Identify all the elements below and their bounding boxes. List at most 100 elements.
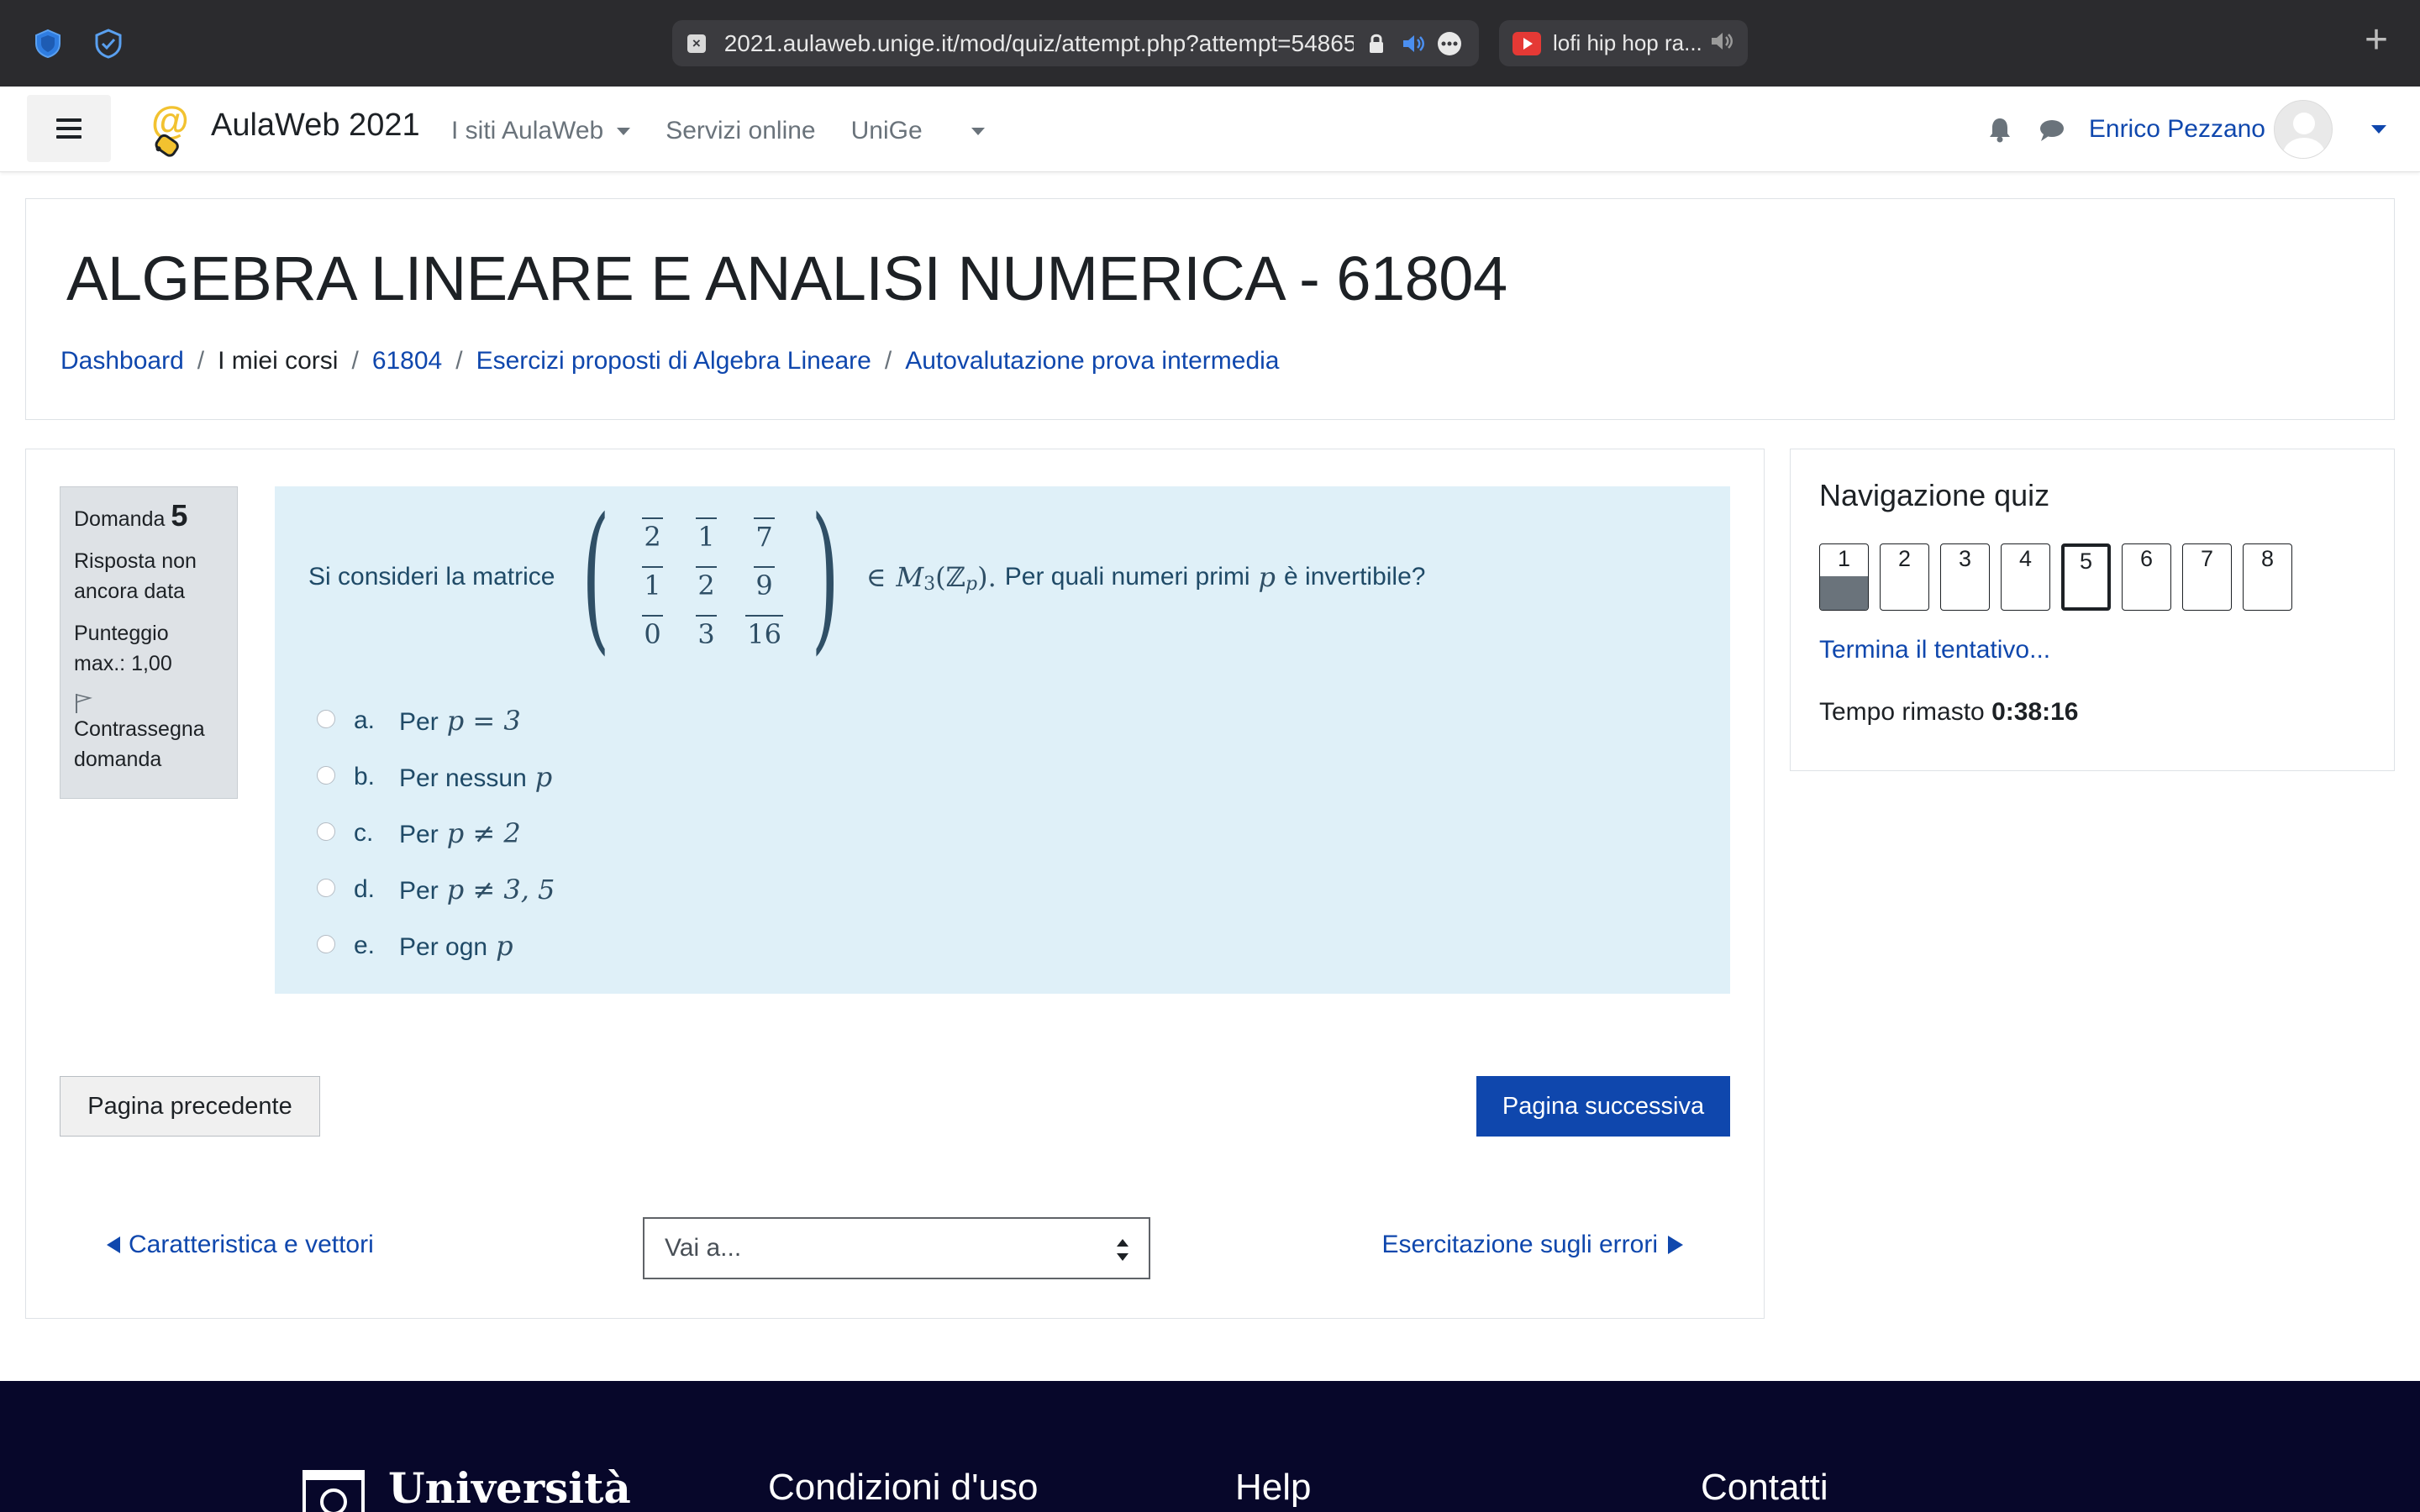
- quiz-nav-question-7[interactable]: 7: [2182, 543, 2232, 611]
- speaker-icon[interactable]: [1399, 29, 1428, 58]
- question-content: Si consideri la matrice ( 2 1 7 1 2 9 0 3 16 ) ∈…: [275, 486, 1730, 994]
- page-title: ALGEBRA LINEARE E ANALISI NUMERICA - 618…: [66, 244, 1507, 313]
- option-letter: d.: [354, 874, 376, 903]
- footer-link-contacts[interactable]: Contatti: [1701, 1467, 1828, 1509]
- breadcrumb-quiz[interactable]: Autovalutazione prova intermedia: [905, 347, 1279, 375]
- page-header: ALGEBRA LINEARE E ANALISI NUMERICA - 618…: [25, 198, 2395, 420]
- quiz-nav-question-8[interactable]: 8: [2243, 543, 2292, 611]
- more-options-icon[interactable]: [1435, 29, 1464, 58]
- matrix-cell: 3: [696, 615, 717, 650]
- flag-question-link[interactable]: Contrassegna domanda: [74, 714, 224, 774]
- breadcrumb-dashboard[interactable]: Dashboard: [60, 347, 184, 375]
- finish-attempt-link[interactable]: Termina il tentativo...: [1819, 636, 2050, 664]
- breadcrumb-section[interactable]: Esercizi proposti di Algebra Lineare: [476, 347, 871, 375]
- aulaweb-logo-icon[interactable]: @: [150, 98, 197, 160]
- user-area: Enrico Pezzano: [1985, 100, 2386, 159]
- quiz-navigation-title: Navigazione quiz: [1819, 478, 2050, 512]
- menu-label: I siti AulaWeb: [451, 117, 604, 144]
- site-name[interactable]: AulaWeb 2021: [211, 108, 420, 144]
- answer-option-b[interactable]: b. Per nessun p: [317, 748, 555, 805]
- new-tab-button[interactable]: +: [2358, 20, 2395, 60]
- matrix-cell: 2: [696, 566, 717, 601]
- jump-to-activity-select[interactable]: Vai a...: [643, 1217, 1150, 1279]
- menu-label: Servizi online: [666, 117, 816, 144]
- question-text-end: è invertibile?: [1284, 563, 1426, 591]
- footer-link-help[interactable]: Help: [1235, 1467, 1312, 1509]
- tab-audio-icon[interactable]: [1709, 30, 1734, 56]
- matrix-grid: 2 1 7 1 2 9 0 3 16: [628, 504, 794, 650]
- answer-option-e[interactable]: e. Per ogn p: [317, 917, 555, 974]
- previous-activity-link[interactable]: Caratteristica e vettori: [107, 1231, 374, 1259]
- lock-icon: [1362, 29, 1391, 58]
- browser-toolbar: × 2021.aulaweb.unige.it/mod/quiz/attempt…: [0, 0, 2420, 87]
- matrix-cell: 9: [754, 566, 775, 601]
- option-math: p: [534, 760, 553, 793]
- breadcrumb-separator: /: [455, 347, 463, 375]
- drawer-toggle-button[interactable]: [27, 95, 111, 162]
- url-text[interactable]: 2021.aulaweb.unige.it/mod/quiz/attempt.p…: [724, 30, 1355, 57]
- flag-icon[interactable]: [74, 692, 92, 714]
- avatar[interactable]: [2274, 100, 2333, 159]
- menu-siti-aulaweb[interactable]: I siti AulaWeb: [451, 117, 631, 145]
- option-text: Per: [399, 707, 439, 736]
- quiz-nav-question-2[interactable]: 2: [1880, 543, 1929, 611]
- radio-button[interactable]: [317, 822, 335, 841]
- next-page-button[interactable]: Pagina successiva: [1476, 1076, 1730, 1137]
- matrix: ( 2 1 7 1 2 9 0 3 16 ): [565, 484, 855, 670]
- option-text: Per nessun: [399, 764, 527, 792]
- messages-icon[interactable]: [2037, 114, 2067, 144]
- quiz-navigation-block: Navigazione quiz 12345678 Termina il ten…: [1790, 449, 2395, 771]
- privacy-shield-icon[interactable]: [92, 28, 124, 60]
- answer-option-c[interactable]: c. Per p ≠ 2: [317, 805, 555, 861]
- menu-servizi-online[interactable]: Servizi online: [666, 117, 815, 145]
- answer-option-d[interactable]: d. Per p ≠ 3, 5: [317, 861, 555, 917]
- address-bar[interactable]: × 2021.aulaweb.unige.it/mod/quiz/attempt…: [672, 20, 1479, 66]
- browser-tab[interactable]: lofi hip hop ra...: [1499, 20, 1748, 66]
- breadcrumb-course[interactable]: 61804: [372, 347, 442, 375]
- quiz-nav-question-6[interactable]: 6: [2122, 543, 2171, 611]
- quiz-nav-question-3[interactable]: 3: [1940, 543, 1990, 611]
- user-menu-chevron-down-icon[interactable]: [2371, 125, 2386, 134]
- option-text: Per: [399, 820, 439, 848]
- time-label: Tempo rimasto: [1819, 698, 1985, 726]
- more-menu-button[interactable]: [958, 117, 985, 145]
- tab-title: lofi hip hop ra...: [1553, 30, 1702, 55]
- option-letter: e.: [354, 931, 376, 959]
- question-number-value: 5: [171, 498, 188, 533]
- matrix-set-M: M: [896, 561, 924, 593]
- chevron-down-icon: [971, 127, 985, 135]
- breadcrumb-my-courses: I miei corsi: [218, 347, 339, 375]
- integers-symbol: ℤ: [945, 561, 966, 593]
- footer-link-terms[interactable]: Condizioni d'uso: [768, 1467, 1039, 1509]
- university-crest-icon: [302, 1470, 365, 1512]
- quiz-nav-question-1[interactable]: 1: [1819, 543, 1869, 611]
- breadcrumb-separator: /: [884, 347, 892, 375]
- notification-bell-icon[interactable]: [1985, 114, 2015, 144]
- option-math: p = 3: [446, 704, 521, 737]
- user-name[interactable]: Enrico Pezzano: [2089, 115, 2265, 144]
- question-max-score: Punteggio max.: 1,00: [74, 622, 172, 675]
- shield-extension-icon[interactable]: [32, 28, 64, 60]
- radio-button[interactable]: [317, 765, 335, 785]
- previous-page-button[interactable]: Pagina precedente: [60, 1076, 320, 1137]
- quiz-nav-question-4[interactable]: 4: [2001, 543, 2050, 611]
- matrix-cell: 7: [754, 517, 775, 553]
- menu-label: UniGe: [850, 117, 923, 144]
- matrix-cell: 1: [696, 517, 717, 553]
- option-math: p ≠ 3, 5: [446, 873, 555, 906]
- quiz-nav-question-5[interactable]: 5: [2061, 543, 2111, 611]
- radio-button[interactable]: [317, 934, 335, 953]
- time-value: 0:38:16: [1991, 698, 2079, 726]
- matrix-left-paren: (: [581, 484, 611, 670]
- menu-unige[interactable]: UniGe: [851, 117, 923, 145]
- matrix-cell: 1: [642, 566, 663, 601]
- answer-options: a. Per p = 3 b. Per nessun p c. Per p ≠ 2 d…: [317, 692, 555, 974]
- next-activity-link[interactable]: Esercitazione sugli errori: [1382, 1231, 1683, 1259]
- radio-button[interactable]: [317, 709, 335, 728]
- set-membership-symbol: ∈: [865, 561, 886, 593]
- answer-option-a[interactable]: a. Per p = 3: [317, 692, 555, 748]
- quiz-attempt-region: Domanda 5 Risposta non ancora data Punte…: [25, 449, 1765, 1319]
- radio-button[interactable]: [317, 878, 335, 897]
- question-text-intro: Si consideri la matrice: [308, 563, 555, 591]
- site-navbar: @ AulaWeb 2021 I siti AulaWeb Servizi on…: [0, 87, 2420, 172]
